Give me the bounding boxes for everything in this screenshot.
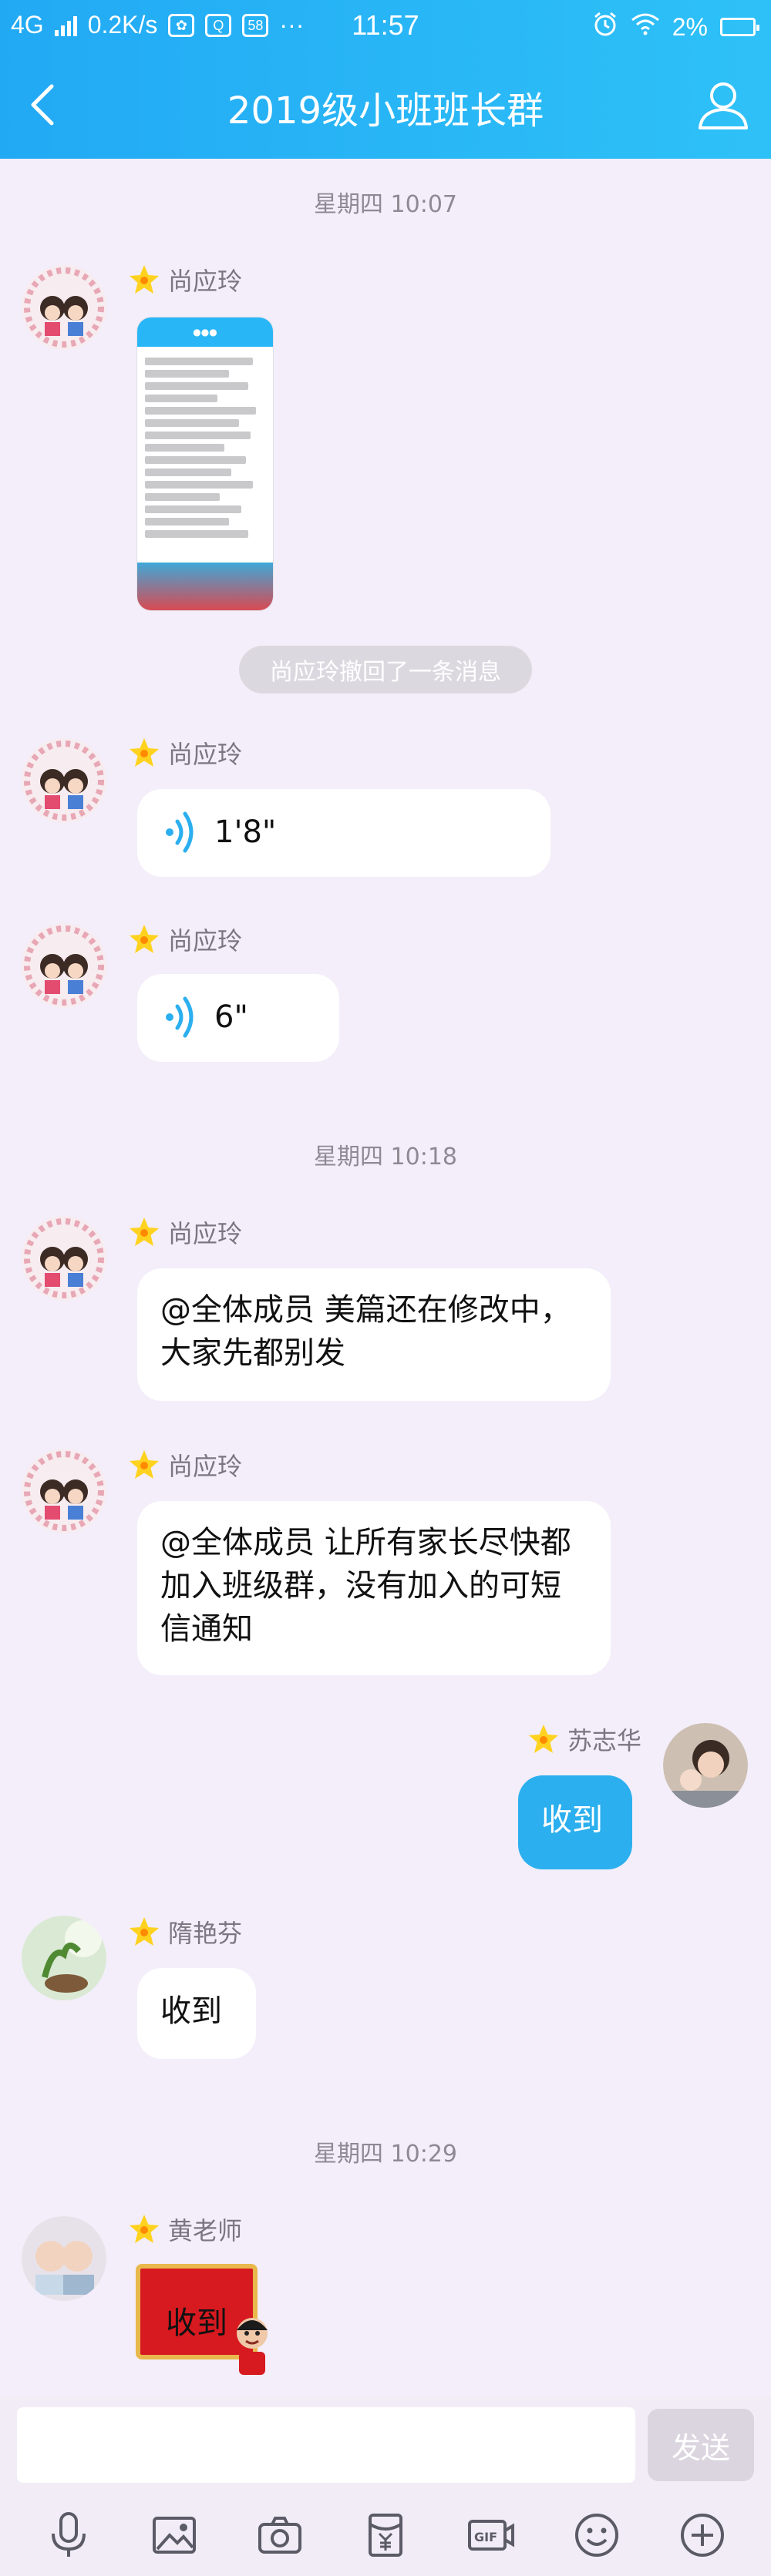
red-envelope-icon [368,2514,402,2557]
emoji-icon [575,2514,619,2557]
voice-content: 6" [160,992,316,1042]
avatar-sui[interactable] [22,1916,106,2000]
sticker-person-icon [237,2318,268,2375]
emoji-button[interactable] [568,2507,625,2564]
image-button[interactable] [146,2507,203,2564]
avatar-shang[interactable] [22,1449,106,1533]
sticker-message[interactable]: 收到 [131,2262,278,2378]
voice-message[interactable]: 1'8" [137,789,550,877]
header-bar: 4G 0.2K/s ✿ Q 58 ··· 11:57 2% 2019级小班班长群 [0,0,771,159]
sender-name-line: 苏志华 [527,1721,641,1757]
message-input[interactable] [17,2407,635,2483]
voice-duration: 1'8" [214,814,277,850]
sender-name-line: 尚应玲 [128,262,242,297]
composer-toolbar: GIF [0,2497,771,2574]
avatar-shang[interactable] [22,265,106,350]
avatar-shang[interactable] [22,923,106,1008]
star-badge-icon [130,738,159,767]
star-badge-icon [130,1917,159,1946]
status-right: 2% [592,11,759,43]
wifi-icon [631,12,660,42]
plus-icon [681,2514,725,2557]
star-badge-icon [529,1725,558,1753]
gif-icon: GIF [468,2520,515,2551]
text-message[interactable]: @全体成员 让所有家长尽快都加入班级群，没有加入的可短信通知 [137,1501,611,1675]
red-envelope-button[interactable] [357,2507,414,2564]
avatar-shang[interactable] [22,738,106,823]
more-button[interactable] [674,2507,731,2564]
star-badge-icon [130,1450,159,1479]
sender-name: 黄老师 [168,2216,243,2245]
sender-name: 尚应玲 [168,1219,243,1248]
avatar-huang[interactable] [22,2216,106,2301]
sender-name-line: 黄老师 [128,2212,242,2247]
image-header-strip: ●●● [137,317,273,347]
time-separator: 星期四 10:18 [314,1144,457,1170]
battery-percent: 2% [672,12,708,41]
sender-name-line: 尚应玲 [128,735,242,771]
sender-name: 尚应玲 [168,1452,243,1481]
composer: 发送 GIF [0,2396,771,2576]
star-badge-icon [130,265,159,294]
voice-content: 1'8" [160,808,527,857]
sender-name-line: 尚应玲 [128,1214,242,1250]
gif-button[interactable]: GIF [463,2507,520,2564]
microphone-icon [51,2512,86,2557]
camera-icon [258,2517,301,2554]
time-separator: 星期四 10:07 [314,191,457,218]
avatar-su[interactable] [663,1723,748,1808]
nav-bar: 2019级小班班长群 [0,51,771,159]
alarm-icon [592,11,618,43]
voice-message[interactable]: 6" [137,974,339,1062]
sender-name-line: 尚应玲 [128,922,242,957]
chat-title: 2019级小班班长群 [227,89,544,133]
sender-name-line: 隋艳芬 [128,1914,242,1950]
send-button[interactable]: 发送 [648,2409,754,2481]
person-icon [699,82,748,129]
voice-wave-icon [166,811,194,853]
image-text-lines [137,347,273,549]
avatar-shang[interactable] [22,1216,106,1301]
group-members-button[interactable] [692,74,754,136]
sender-name: 尚应玲 [168,926,243,956]
text-message[interactable]: 收到 [137,1968,256,2059]
image-photo-strip [137,563,273,610]
star-badge-icon [130,925,159,953]
sender-name: 隋艳芬 [168,1919,243,1948]
voice-wave-icon [166,996,194,1038]
text-message[interactable]: @全体成员 美篇还在修改中，大家先都别发 [137,1268,611,1401]
star-badge-icon [130,2215,159,2243]
sender-name: 尚应玲 [168,740,243,769]
my-text-message[interactable]: 收到 [518,1775,632,1869]
image-message[interactable]: ●●● [137,317,273,610]
recall-notice: 尚应玲撤回了一条消息 [239,646,532,694]
battery-icon [720,18,759,36]
time-separator: 星期四 10:29 [314,2141,457,2168]
voice-input-button[interactable] [40,2507,97,2564]
status-bar: 4G 0.2K/s ✿ Q 58 ··· 11:57 2% [0,0,771,51]
sender-name: 苏志华 [567,1726,642,1755]
sender-name-line: 尚应玲 [128,1447,242,1483]
sender-name: 尚应玲 [168,267,243,296]
voice-duration: 6" [214,999,248,1035]
image-icon [152,2517,196,2554]
star-badge-icon [130,1217,159,1246]
camera-button[interactable] [251,2507,308,2564]
svg-text:GIF: GIF [474,2530,497,2544]
